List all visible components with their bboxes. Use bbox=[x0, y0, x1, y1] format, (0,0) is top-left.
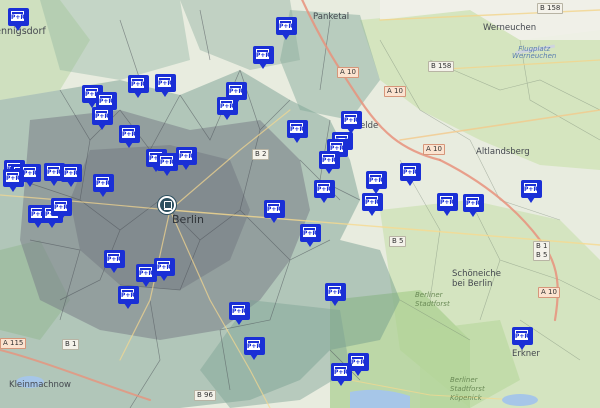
park-and-ride-icon[interactable]: P+R bbox=[51, 198, 72, 221]
road-shield-a10: A 10 bbox=[384, 86, 406, 97]
road-shield-b158: B 158 bbox=[537, 3, 564, 14]
road-shield-a10: A 10 bbox=[538, 287, 560, 298]
park-and-ride-icon[interactable]: P+R bbox=[400, 163, 421, 186]
place-label-erkner: Erkner bbox=[512, 349, 540, 359]
place-label-panketal: Panketal bbox=[313, 12, 350, 22]
place-label-schoeneiche: Schöneiche bei Berlin bbox=[452, 269, 501, 289]
park-and-ride-icon[interactable]: P+R bbox=[331, 363, 352, 386]
road-shield-a10: A 10 bbox=[423, 144, 445, 155]
park-and-ride-icon[interactable]: P+R bbox=[92, 107, 113, 130]
place-label-berlin: Berlin bbox=[172, 213, 204, 226]
park-and-ride-icon[interactable]: P+R bbox=[366, 171, 387, 194]
park-and-ride-icon[interactable]: P+R bbox=[136, 264, 157, 287]
park-and-ride-icon[interactable]: P+R bbox=[244, 337, 265, 360]
park-and-ride-icon[interactable]: P+R bbox=[253, 46, 274, 69]
park-and-ride-icon[interactable]: P+R bbox=[118, 286, 139, 309]
park-and-ride-icon[interactable]: P+R bbox=[325, 283, 346, 306]
park-and-ride-icon[interactable]: P+R bbox=[155, 74, 176, 97]
place-label-berliner-stadtforst: Berliner Stadtforst bbox=[415, 291, 450, 308]
park-and-ride-icon[interactable]: P+R bbox=[157, 153, 178, 176]
park-and-ride-icon[interactable]: P+R bbox=[3, 169, 24, 192]
park-and-ride-icon[interactable]: P+R bbox=[300, 224, 321, 247]
road-shield-a115: A 115 bbox=[0, 338, 27, 349]
park-and-ride-icon[interactable]: P+R bbox=[276, 17, 297, 40]
park-and-ride-icon[interactable]: P+R bbox=[362, 193, 383, 216]
road-shield-b1: B 1 bbox=[62, 339, 80, 350]
place-label-ahrensfelde: elde bbox=[360, 121, 379, 131]
road-shield-b5: B 5 bbox=[389, 236, 407, 247]
park-and-ride-icon[interactable]: P+R bbox=[8, 8, 29, 31]
water-label-flugplatz: Flugplatz Werneuchen bbox=[512, 45, 557, 61]
park-and-ride-icon[interactable]: P+R bbox=[521, 180, 542, 203]
road-shield-b2: B 2 bbox=[252, 149, 270, 160]
park-and-ride-icon[interactable]: P+R bbox=[217, 97, 238, 120]
road-shield-b96: B 96 bbox=[194, 390, 216, 401]
park-and-ride-icon[interactable]: P+R bbox=[176, 147, 197, 170]
place-label-kleinmachnow: Kleinmachnow bbox=[9, 380, 72, 390]
road-shield-a10: A 10 bbox=[337, 67, 359, 78]
park-and-ride-icon[interactable]: P+R bbox=[93, 174, 114, 197]
place-label-altlandsberg: Altlandsberg bbox=[476, 147, 530, 157]
road-shield-b1-b5: B 1 B 5 bbox=[533, 241, 551, 261]
park-and-ride-icon[interactable]: P+R bbox=[61, 164, 82, 187]
park-and-ride-icon[interactable]: P+R bbox=[264, 200, 285, 223]
park-and-ride-icon[interactable]: P+R bbox=[119, 125, 140, 148]
park-and-ride-icon[interactable]: P+R bbox=[287, 120, 308, 143]
park-and-ride-icon[interactable]: P+R bbox=[104, 250, 125, 273]
park-and-ride-icon[interactable]: P+R bbox=[229, 302, 250, 325]
park-and-ride-icon[interactable]: P+R bbox=[154, 258, 175, 281]
park-and-ride-icon[interactable]: P+R bbox=[341, 111, 362, 134]
park-and-ride-icon[interactable]: P+R bbox=[512, 327, 533, 350]
road-shield-b158: B 158 bbox=[428, 61, 455, 72]
park-and-ride-map[interactable]: Hennigsdorf Panketal Werneuchen Flugplat… bbox=[0, 0, 600, 408]
place-label-koepenick-forest: Berliner Stadtforst Köpenick bbox=[450, 376, 485, 402]
park-and-ride-icon[interactable]: P+R bbox=[314, 180, 335, 203]
park-and-ride-icon[interactable]: P+R bbox=[437, 193, 458, 216]
park-and-ride-icon[interactable]: P+R bbox=[463, 194, 484, 217]
park-and-ride-icon[interactable]: P+R bbox=[319, 151, 340, 174]
map-base-layer bbox=[0, 0, 600, 408]
park-and-ride-icon[interactable]: P+R bbox=[128, 75, 149, 98]
train-station-icon[interactable] bbox=[158, 196, 176, 214]
place-label-werneuchen: Werneuchen bbox=[483, 23, 537, 33]
